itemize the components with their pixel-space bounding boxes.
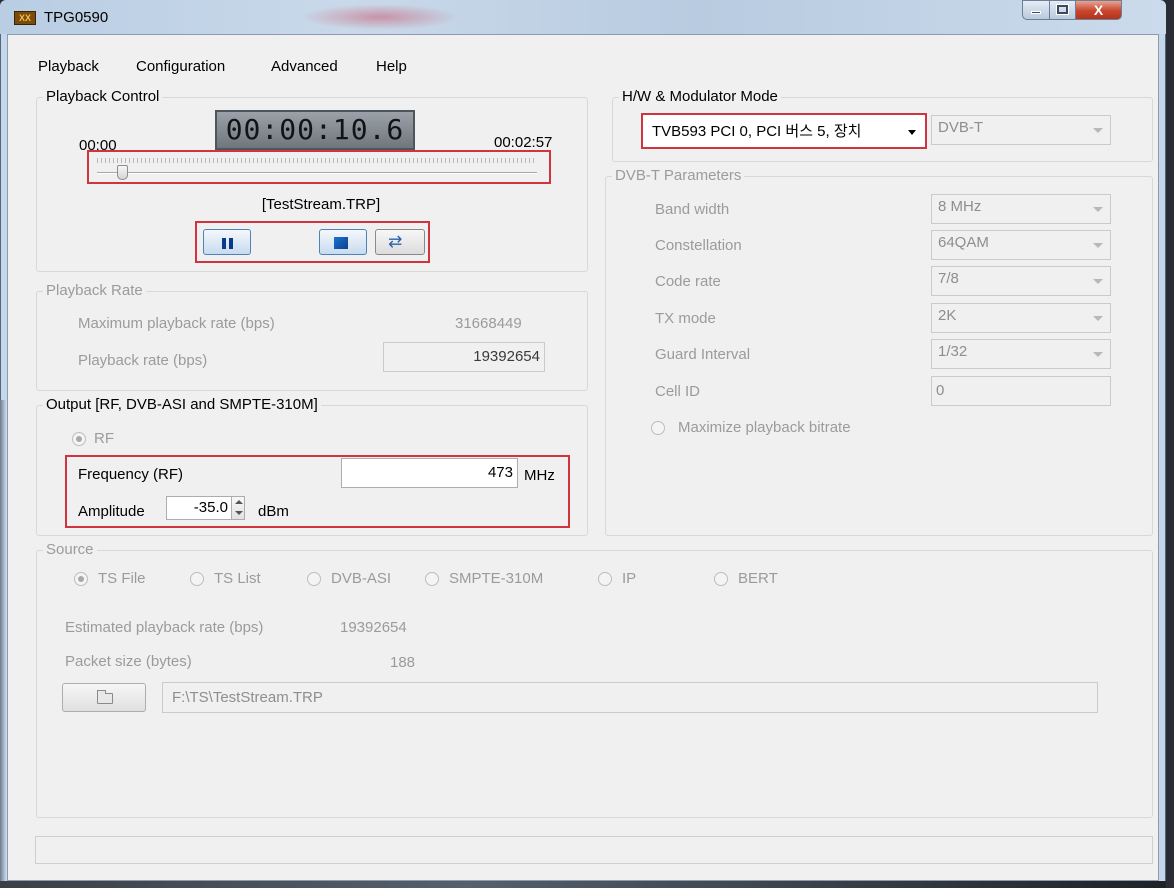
chevron-down-icon (1093, 243, 1103, 248)
frequency-input[interactable]: 473 (341, 458, 518, 488)
modulator-mode-value: DVB-T (938, 119, 983, 136)
source-label-bert: BERT (738, 570, 778, 587)
rf-label: RF (94, 430, 114, 447)
stop-icon (334, 237, 348, 249)
browse-button[interactable] (62, 683, 146, 712)
tx-mode-value: 2K (938, 307, 957, 324)
stream-filename: [TestStream.TRP] (261, 196, 381, 213)
estimated-rate-value: 19392654 (340, 619, 407, 636)
bandwidth-select[interactable]: 8 MHz (931, 194, 1111, 224)
loop-button[interactable]: ⇄ (375, 229, 425, 255)
amplitude-unit: dBm (258, 503, 289, 520)
playback-rate-title: Playback Rate (43, 282, 146, 300)
maximize-bitrate-label: Maximize playback bitrate (678, 419, 851, 436)
cell-id-label: Cell ID (655, 383, 701, 400)
file-path-input[interactable]: F:\TS\TestStream.TRP (162, 682, 1098, 713)
source-radio-ts-list[interactable] (190, 572, 204, 586)
chevron-down-icon (1093, 352, 1103, 357)
constellation-value: 64QAM (938, 234, 989, 251)
max-rate-label: Maximum playback rate (bps) (78, 315, 275, 332)
chevron-down-icon (908, 130, 916, 135)
time-display: 00:00:10.6 (215, 110, 415, 150)
playback-control-title: Playback Control (43, 88, 163, 106)
chevron-down-icon (1093, 316, 1103, 321)
packet-size-value: 188 (390, 654, 416, 671)
position-slider[interactable] (97, 172, 537, 174)
source-label-dvb-asi: DVB-ASI (331, 570, 392, 587)
cell-id-input[interactable]: 0 (931, 376, 1111, 406)
playback-rate-group: Playback Rate (36, 282, 588, 391)
end-time: 00:02:57 (494, 134, 553, 151)
code-rate-select[interactable]: 7/8 (931, 266, 1111, 296)
taskbar-edge (0, 881, 1166, 888)
menu-help[interactable]: Help (376, 58, 407, 75)
slider-thumb[interactable] (117, 165, 129, 180)
rf-radio[interactable] (72, 432, 86, 446)
chevron-down-icon (1093, 128, 1103, 133)
maximize-icon (1056, 4, 1069, 15)
source-label-ts-file: TS File (98, 570, 146, 587)
folder-icon (97, 690, 113, 704)
constellation-select[interactable]: 64QAM (931, 230, 1111, 260)
source-label-smpte: SMPTE-310M (449, 570, 544, 587)
hw-mode-title: H/W & Modulator Mode (619, 88, 781, 106)
modulator-mode-select[interactable]: DVB-T (931, 115, 1111, 145)
code-rate-value: 7/8 (938, 270, 959, 287)
minimize-button[interactable] (1022, 0, 1050, 20)
source-radio-bert[interactable] (714, 572, 728, 586)
estimated-rate-label: Estimated playback rate (bps) (65, 619, 264, 636)
bandwidth-value: 8 MHz (938, 198, 982, 215)
slider-ticks (97, 158, 537, 163)
window-title: TPG0590 (44, 9, 109, 26)
source-label-ts-list: TS List (214, 570, 261, 587)
minimize-icon (1031, 11, 1041, 14)
frequency-label: Frequency (RF) (78, 466, 184, 483)
menu-advanced[interactable]: Advanced (271, 58, 338, 75)
guard-interval-select[interactable]: 1/32 (931, 339, 1111, 369)
app-icon: XX (14, 11, 36, 25)
pause-icon (222, 238, 233, 249)
window-edge (0, 400, 6, 888)
maximize-button[interactable] (1049, 0, 1076, 20)
chevron-down-icon (1093, 279, 1103, 284)
rate-field[interactable]: 19392654 (383, 342, 545, 372)
param-label-bandwidth: Band width (655, 201, 730, 218)
rate-label: Playback rate (bps) (78, 352, 208, 369)
source-radio-ts-file[interactable] (74, 572, 88, 586)
param-label-constellation: Constellation (655, 237, 742, 254)
param-label-code-rate: Code rate (655, 273, 721, 290)
amplitude-label: Amplitude (78, 503, 145, 520)
loop-icon: ⇄ (388, 232, 403, 251)
param-label-guard-interval: Guard Interval (655, 346, 751, 363)
output-title: Output [RF, DVB-ASI and SMPTE-310M] (43, 396, 321, 414)
stop-button[interactable] (319, 229, 367, 255)
source-radio-ip[interactable] (598, 572, 612, 586)
status-bar (35, 836, 1153, 864)
tx-mode-select[interactable]: 2K (931, 303, 1111, 333)
source-radio-dvb-asi[interactable] (307, 572, 321, 586)
source-title: Source (43, 541, 97, 559)
amplitude-input[interactable]: -35.0 (166, 496, 232, 520)
slider-highlight (87, 150, 551, 184)
maximize-bitrate-radio[interactable] (651, 421, 665, 435)
title-bar[interactable] (0, 0, 1166, 34)
menu-configuration[interactable]: Configuration (136, 58, 225, 75)
device-select[interactable]: TVB593 PCI 0, PCI 버스 5, 장치 (641, 113, 927, 149)
device-select-value: TVB593 PCI 0, PCI 버스 5, 장치 (652, 123, 862, 140)
source-radio-smpte[interactable] (425, 572, 439, 586)
source-label-ip: IP (622, 570, 637, 587)
menu-playback[interactable]: Playback (38, 58, 99, 75)
frequency-unit: MHz (524, 467, 555, 484)
pause-button[interactable] (203, 229, 251, 255)
chevron-down-icon (1093, 207, 1103, 212)
close-button[interactable]: X (1075, 0, 1122, 20)
amplitude-spinner[interactable] (231, 496, 245, 520)
dvbt-parameters-title: DVB-T Parameters (612, 167, 745, 185)
packet-size-label: Packet size (bytes) (65, 653, 192, 670)
guard-interval-value: 1/32 (938, 343, 968, 360)
title-bar-glow (300, 4, 460, 30)
max-rate-value: 31668449 (455, 315, 522, 332)
param-label-tx-mode: TX mode (655, 310, 716, 327)
